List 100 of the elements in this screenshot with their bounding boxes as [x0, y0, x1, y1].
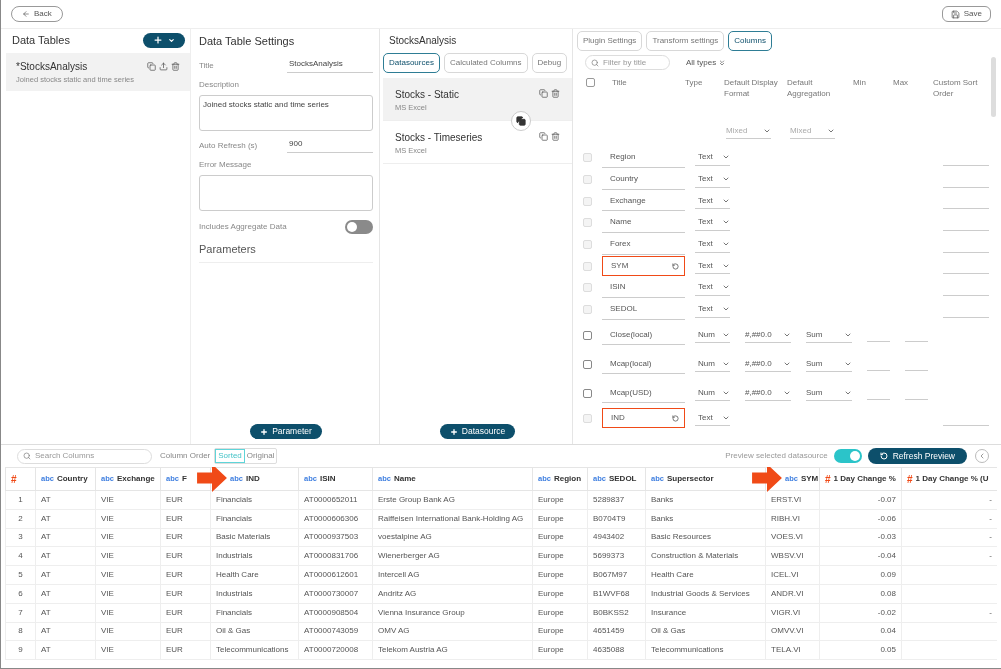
table-cell: Industrials: [216, 588, 253, 598]
table-cell: B067M97: [593, 570, 628, 580]
table-cell: AT: [41, 513, 51, 523]
table-cell: -: [989, 607, 992, 617]
table-cell: AT: [41, 551, 51, 561]
add-parameter-button[interactable]: Parameter: [250, 424, 322, 439]
table-cell: 4: [18, 551, 23, 561]
dropdown[interactable]: Sum: [806, 327, 852, 343]
dropdown[interactable]: #,##0.0: [745, 385, 791, 401]
column-title: 1 Day Change % (U: [915, 473, 989, 485]
table-cell: -0.03: [877, 532, 896, 542]
column-title: Country: [56, 473, 88, 485]
checkbox[interactable]: [583, 359, 592, 369]
table-cell: 2: [18, 513, 23, 523]
tab[interactable]: Calculated Columns: [443, 53, 528, 73]
title-field[interactable]: Close(local): [602, 325, 685, 345]
tab[interactable]: Columns: [728, 31, 772, 51]
table-cell: EUR: [166, 626, 183, 636]
text-field[interactable]: 900: [287, 138, 373, 153]
table-cell: RIBH.VI: [771, 513, 800, 523]
table-cell: Wienerberger AG: [378, 551, 440, 561]
table-cell: Europe: [538, 607, 564, 617]
table-cell: EUR: [166, 588, 183, 598]
table-cell: VIE: [101, 513, 114, 523]
table-cell: B0704T9: [593, 513, 626, 523]
table-cell: VIE: [101, 532, 114, 542]
copy-icon[interactable]: [539, 132, 548, 141]
tab[interactable]: Debug: [531, 53, 568, 73]
dropdown[interactable]: #,##0.0: [745, 327, 791, 343]
dropdown[interactable]: Sum: [806, 385, 852, 401]
aggregate-toggle[interactable]: [345, 220, 373, 234]
checkbox[interactable]: [583, 330, 592, 340]
refresh-icon: [879, 452, 888, 460]
text-area[interactable]: [199, 175, 373, 211]
table-cell: B1WVF68: [593, 588, 630, 598]
table-cell: ICEL.VI: [771, 570, 799, 580]
add-button[interactable]: [143, 32, 185, 48]
table-cell: Health Care: [651, 570, 694, 580]
delete-icon[interactable]: [171, 62, 180, 71]
table-cell: 4943402: [593, 532, 625, 542]
table-cell: AT: [41, 626, 51, 636]
table-cell: AT0000730007: [304, 588, 359, 598]
table-cell: Insurance: [651, 607, 687, 617]
types-filter[interactable]: All types: [686, 56, 727, 69]
add-datasource-button[interactable]: Datasource: [439, 424, 516, 439]
text-area[interactable]: Joined stocks static and time series: [199, 95, 373, 131]
table-cell: AT: [41, 494, 51, 504]
table-cell: AT: [41, 588, 51, 598]
plus-icon: [153, 35, 163, 45]
table-cell: ERST.VI: [771, 494, 802, 504]
delete-icon[interactable]: [551, 89, 560, 98]
save-button[interactable]: Save: [941, 6, 991, 22]
tab[interactable]: Transform settings: [646, 31, 725, 51]
table-cell: EUR: [166, 607, 183, 617]
upload-icon[interactable]: [159, 62, 168, 71]
table-cell: 4635088: [593, 645, 625, 655]
preview-toggle[interactable]: [833, 449, 862, 463]
dropdown[interactable]: Num: [695, 356, 730, 372]
refresh-preview-button[interactable]: Refresh Preview: [867, 448, 967, 464]
table-cell: Banks: [651, 494, 674, 504]
scrollbar[interactable]: [991, 57, 996, 117]
copy-icon[interactable]: [147, 62, 156, 71]
tab[interactable]: Datasources: [383, 53, 440, 73]
column-title: 1 Day Change %: [833, 473, 896, 485]
table-cell: AT0000606306: [304, 513, 359, 523]
table-cell: Basic Resources: [651, 532, 712, 542]
dropdown[interactable]: #,##0.0: [745, 356, 791, 372]
checkbox[interactable]: [586, 78, 595, 87]
plus-icon: [449, 427, 458, 436]
dropdown[interactable]: Sum: [806, 356, 852, 372]
table-cell: Europe: [538, 570, 564, 580]
table-cell: AT: [41, 570, 51, 580]
title-field[interactable]: Mcap(USD): [602, 383, 685, 403]
copy-icon[interactable]: [539, 89, 548, 98]
table-cell: -0.07: [877, 494, 896, 504]
table-cell: EUR: [166, 513, 183, 523]
dropdown[interactable]: Num: [695, 385, 730, 401]
table-cell: 0.09: [880, 570, 896, 580]
panel-title: Data Tables: [12, 32, 70, 48]
table-cell: Telecommunications: [216, 645, 289, 655]
delete-icon[interactable]: [551, 132, 560, 141]
table-cell: EUR: [166, 570, 183, 580]
toggle-label: Includes Aggregate Data: [199, 221, 287, 233]
table-cell: Europe: [538, 588, 564, 598]
text-field[interactable]: StocksAnalysis: [287, 58, 373, 73]
tab[interactable]: Plugin Settings: [577, 31, 643, 51]
table-cell: 0.05: [880, 645, 896, 655]
table-cell: Erste Group Bank AG: [378, 494, 455, 504]
column-title: F: [181, 473, 187, 485]
dropdown[interactable]: Num: [695, 327, 730, 343]
table-cell: 3: [18, 532, 23, 542]
checkbox[interactable]: [583, 388, 592, 398]
title-field[interactable]: Mcap(local): [602, 354, 685, 374]
table-cell: Basic Materials: [216, 532, 271, 542]
table-cell: VIE: [101, 551, 114, 561]
table-cell: Health Care: [216, 570, 259, 580]
table-cell: 7: [18, 607, 23, 617]
order-option[interactable]: Original: [244, 449, 277, 463]
table-cell: AT: [41, 607, 51, 617]
table-cell: B0BKSS2: [593, 607, 629, 617]
